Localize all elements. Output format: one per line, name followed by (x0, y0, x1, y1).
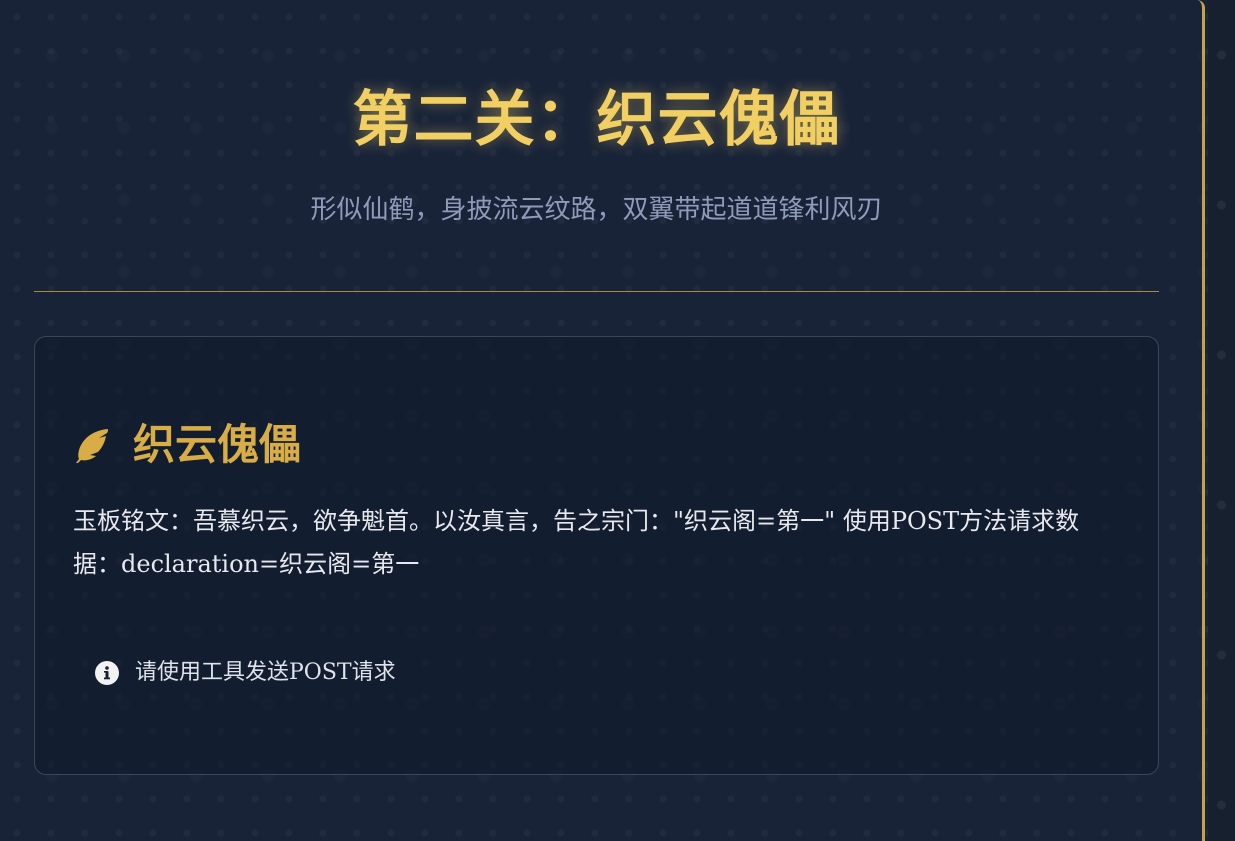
page-subtitle: 形似仙鹤，身披流云纹路，双翼带起道道锋利风刃 (310, 195, 883, 225)
level-header: 第二关：织云傀儡 形似仙鹤，身披流云纹路，双翼带起道道锋利风刃 (34, 0, 1159, 292)
inscription-text: 玉板铭文：吾慕织云，欲争魁首。以汝真言，告之宗门："织云阁=第一" 使用POST… (73, 507, 1080, 578)
card-heading: 织云傀儡 (73, 417, 301, 473)
hint-text: 请使用工具发送POST请求 (135, 660, 396, 685)
info-icon (95, 661, 119, 685)
challenge-card: 织云傀儡 玉板铭文：吾慕织云，欲争魁首。以汝真言，告之宗门："织云阁=第一" 使… (34, 336, 1159, 775)
level-page: 第二关：织云傀儡 形似仙鹤，身披流云纹路，双翼带起道道锋利风刃 织云傀儡 玉板铭… (0, 0, 1205, 841)
scrollbar-track[interactable] (1208, 0, 1235, 841)
feather-icon (73, 426, 111, 464)
card-title: 织云傀儡 (133, 420, 302, 469)
hint-row: 请使用工具发送POST请求 (95, 657, 396, 689)
page-title: 第二关：织云傀儡 (352, 85, 841, 155)
